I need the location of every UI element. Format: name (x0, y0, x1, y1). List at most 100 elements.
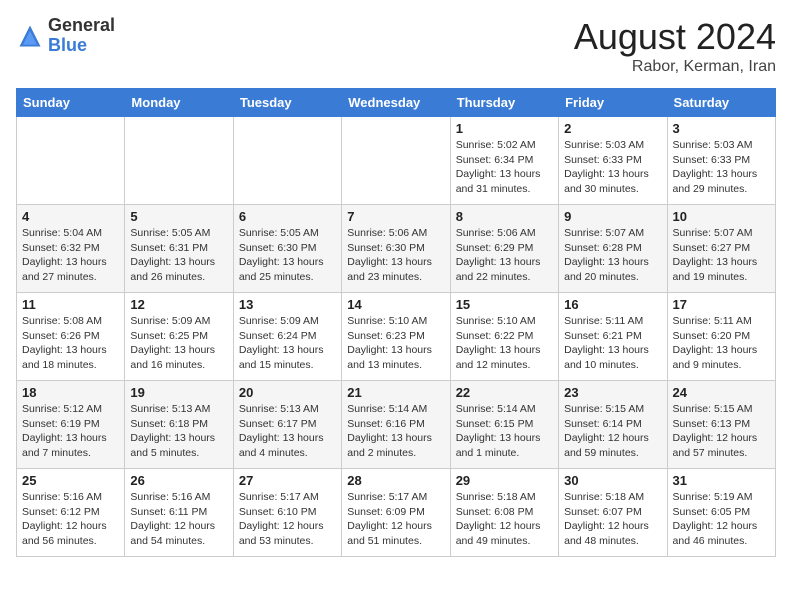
day-info: Sunrise: 5:18 AM Sunset: 6:08 PM Dayligh… (456, 490, 553, 549)
calendar-cell: 12 Sunrise: 5:09 AM Sunset: 6:25 PM Dayli… (125, 293, 233, 381)
calendar-cell: 28Sunrise: 5:17 AM Sunset: 6:09 PM Dayli… (342, 469, 450, 557)
calendar-cell: 26 Sunrise: 5:16 AM Sunset: 6:11 PM Dayli… (125, 469, 233, 557)
calendar-cell: 22 Sunrise: 5:14 AM Sunset: 6:15 PM Dayli… (450, 381, 558, 469)
logo-general: General (48, 15, 115, 35)
calendar-cell: 23 Sunrise: 5:15 AM Sunset: 6:14 PM Dayli… (559, 381, 667, 469)
calendar-cell: 6Sunrise: 5:05 AM Sunset: 6:30 PM Daylig… (233, 205, 341, 293)
day-info: Sunrise: 5:13 AM Sunset: 6:18 PM Dayligh… (130, 402, 227, 461)
day-info: Sunrise: 5:16 AM Sunset: 6:11 PM Dayligh… (130, 490, 227, 549)
calendar-cell: 13 Sunrise: 5:09 AM Sunset: 6:24 PM Dayli… (233, 293, 341, 381)
day-info: Sunrise: 5:14 AM Sunset: 6:15 PM Dayligh… (456, 402, 553, 461)
calendar-cell: 27Sunrise: 5:17 AM Sunset: 6:10 PM Dayli… (233, 469, 341, 557)
day-number: 29 (456, 473, 553, 488)
day-number: 12 (130, 297, 227, 312)
day-info: Sunrise: 5:07 AM Sunset: 6:28 PM Dayligh… (564, 226, 661, 285)
calendar-cell: 9 Sunrise: 5:07 AM Sunset: 6:28 PM Daylig… (559, 205, 667, 293)
logo-text: General Blue (48, 16, 115, 56)
calendar-cell (17, 117, 125, 205)
month-title: August 2024 (574, 16, 776, 58)
calendar-body: 1 Sunrise: 5:02 AM Sunset: 6:34 PM Daylig… (17, 117, 776, 557)
day-number: 11 (22, 297, 119, 312)
day-info: Sunrise: 5:10 AM Sunset: 6:22 PM Dayligh… (456, 314, 553, 373)
calendar-cell: 4 Sunrise: 5:04 AM Sunset: 6:32 PM Daylig… (17, 205, 125, 293)
calendar-cell: 16 Sunrise: 5:11 AM Sunset: 6:21 PM Dayli… (559, 293, 667, 381)
calendar-cell: 30Sunrise: 5:18 AM Sunset: 6:07 PM Dayli… (559, 469, 667, 557)
day-info: Sunrise: 5:15 AM Sunset: 6:13 PM Dayligh… (673, 402, 770, 461)
calendar-cell: 18 Sunrise: 5:12 AM Sunset: 6:19 PM Dayli… (17, 381, 125, 469)
day-number: 20 (239, 385, 336, 400)
day-number: 4 (22, 209, 119, 224)
logo: General Blue (16, 16, 115, 56)
day-number: 1 (456, 121, 553, 136)
calendar-cell: 2Sunrise: 5:03 AM Sunset: 6:33 PM Daylig… (559, 117, 667, 205)
day-number: 16 (564, 297, 661, 312)
calendar-cell: 7 Sunrise: 5:06 AM Sunset: 6:30 PM Daylig… (342, 205, 450, 293)
day-number: 26 (130, 473, 227, 488)
calendar-week-1: 1 Sunrise: 5:02 AM Sunset: 6:34 PM Daylig… (17, 117, 776, 205)
day-number: 25 (22, 473, 119, 488)
day-info: Sunrise: 5:08 AM Sunset: 6:26 PM Dayligh… (22, 314, 119, 373)
day-info: Sunrise: 5:04 AM Sunset: 6:32 PM Dayligh… (22, 226, 119, 285)
day-header-friday: Friday (559, 89, 667, 117)
day-info: Sunrise: 5:19 AM Sunset: 6:05 PM Dayligh… (673, 490, 770, 549)
calendar-cell: 14Sunrise: 5:10 AM Sunset: 6:23 PM Dayli… (342, 293, 450, 381)
day-header-saturday: Saturday (667, 89, 775, 117)
day-header-thursday: Thursday (450, 89, 558, 117)
location-subtitle: Rabor, Kerman, Iran (574, 58, 776, 76)
day-info: Sunrise: 5:09 AM Sunset: 6:24 PM Dayligh… (239, 314, 336, 373)
day-header-sunday: Sunday (17, 89, 125, 117)
day-info: Sunrise: 5:17 AM Sunset: 6:09 PM Dayligh… (347, 490, 444, 549)
day-number: 2 (564, 121, 661, 136)
calendar-cell: 10 Sunrise: 5:07 AM Sunset: 6:27 PM Dayli… (667, 205, 775, 293)
day-info: Sunrise: 5:18 AM Sunset: 6:07 PM Dayligh… (564, 490, 661, 549)
calendar-cell (125, 117, 233, 205)
day-number: 31 (673, 473, 770, 488)
day-header-row: SundayMondayTuesdayWednesdayThursdayFrid… (17, 89, 776, 117)
calendar-week-4: 18 Sunrise: 5:12 AM Sunset: 6:19 PM Dayli… (17, 381, 776, 469)
day-info: Sunrise: 5:11 AM Sunset: 6:21 PM Dayligh… (564, 314, 661, 373)
title-block: August 2024 Rabor, Kerman, Iran (574, 16, 776, 76)
day-info: Sunrise: 5:13 AM Sunset: 6:17 PM Dayligh… (239, 402, 336, 461)
day-info: Sunrise: 5:16 AM Sunset: 6:12 PM Dayligh… (22, 490, 119, 549)
calendar-cell: 24 Sunrise: 5:15 AM Sunset: 6:13 PM Dayli… (667, 381, 775, 469)
calendar-cell: 1 Sunrise: 5:02 AM Sunset: 6:34 PM Daylig… (450, 117, 558, 205)
day-info: Sunrise: 5:14 AM Sunset: 6:16 PM Dayligh… (347, 402, 444, 461)
day-number: 22 (456, 385, 553, 400)
day-info: Sunrise: 5:03 AM Sunset: 6:33 PM Dayligh… (673, 138, 770, 197)
logo-blue-text: Blue (48, 35, 87, 55)
day-info: Sunrise: 5:09 AM Sunset: 6:25 PM Dayligh… (130, 314, 227, 373)
calendar-cell (342, 117, 450, 205)
day-info: Sunrise: 5:06 AM Sunset: 6:29 PM Dayligh… (456, 226, 553, 285)
day-info: Sunrise: 5:06 AM Sunset: 6:30 PM Dayligh… (347, 226, 444, 285)
day-info: Sunrise: 5:11 AM Sunset: 6:20 PM Dayligh… (673, 314, 770, 373)
calendar-cell: 15Sunrise: 5:10 AM Sunset: 6:22 PM Dayli… (450, 293, 558, 381)
day-number: 10 (673, 209, 770, 224)
calendar-cell: 8 Sunrise: 5:06 AM Sunset: 6:29 PM Daylig… (450, 205, 558, 293)
day-number: 6 (239, 209, 336, 224)
day-number: 7 (347, 209, 444, 224)
day-number: 9 (564, 209, 661, 224)
day-info: Sunrise: 5:12 AM Sunset: 6:19 PM Dayligh… (22, 402, 119, 461)
calendar-week-5: 25 Sunrise: 5:16 AM Sunset: 6:12 PM Dayli… (17, 469, 776, 557)
day-number: 21 (347, 385, 444, 400)
day-info: Sunrise: 5:02 AM Sunset: 6:34 PM Dayligh… (456, 138, 553, 197)
day-number: 18 (22, 385, 119, 400)
calendar-cell: 19Sunrise: 5:13 AM Sunset: 6:18 PM Dayli… (125, 381, 233, 469)
day-number: 5 (130, 209, 227, 224)
day-info: Sunrise: 5:07 AM Sunset: 6:27 PM Dayligh… (673, 226, 770, 285)
calendar-cell: 5 Sunrise: 5:05 AM Sunset: 6:31 PM Daylig… (125, 205, 233, 293)
calendar-header: SundayMondayTuesdayWednesdayThursdayFrid… (17, 89, 776, 117)
calendar-cell: 20 Sunrise: 5:13 AM Sunset: 6:17 PM Dayli… (233, 381, 341, 469)
logo-icon (16, 22, 44, 50)
day-info: Sunrise: 5:10 AM Sunset: 6:23 PM Dayligh… (347, 314, 444, 373)
day-info: Sunrise: 5:15 AM Sunset: 6:14 PM Dayligh… (564, 402, 661, 461)
day-number: 24 (673, 385, 770, 400)
day-number: 23 (564, 385, 661, 400)
calendar-cell: 11 Sunrise: 5:08 AM Sunset: 6:26 PM Dayli… (17, 293, 125, 381)
day-number: 13 (239, 297, 336, 312)
day-number: 8 (456, 209, 553, 224)
calendar-cell: 17Sunrise: 5:11 AM Sunset: 6:20 PM Dayli… (667, 293, 775, 381)
calendar-cell: 29 Sunrise: 5:18 AM Sunset: 6:08 PM Dayli… (450, 469, 558, 557)
calendar-cell: 3Sunrise: 5:03 AM Sunset: 6:33 PM Daylig… (667, 117, 775, 205)
day-info: Sunrise: 5:05 AM Sunset: 6:31 PM Dayligh… (130, 226, 227, 285)
